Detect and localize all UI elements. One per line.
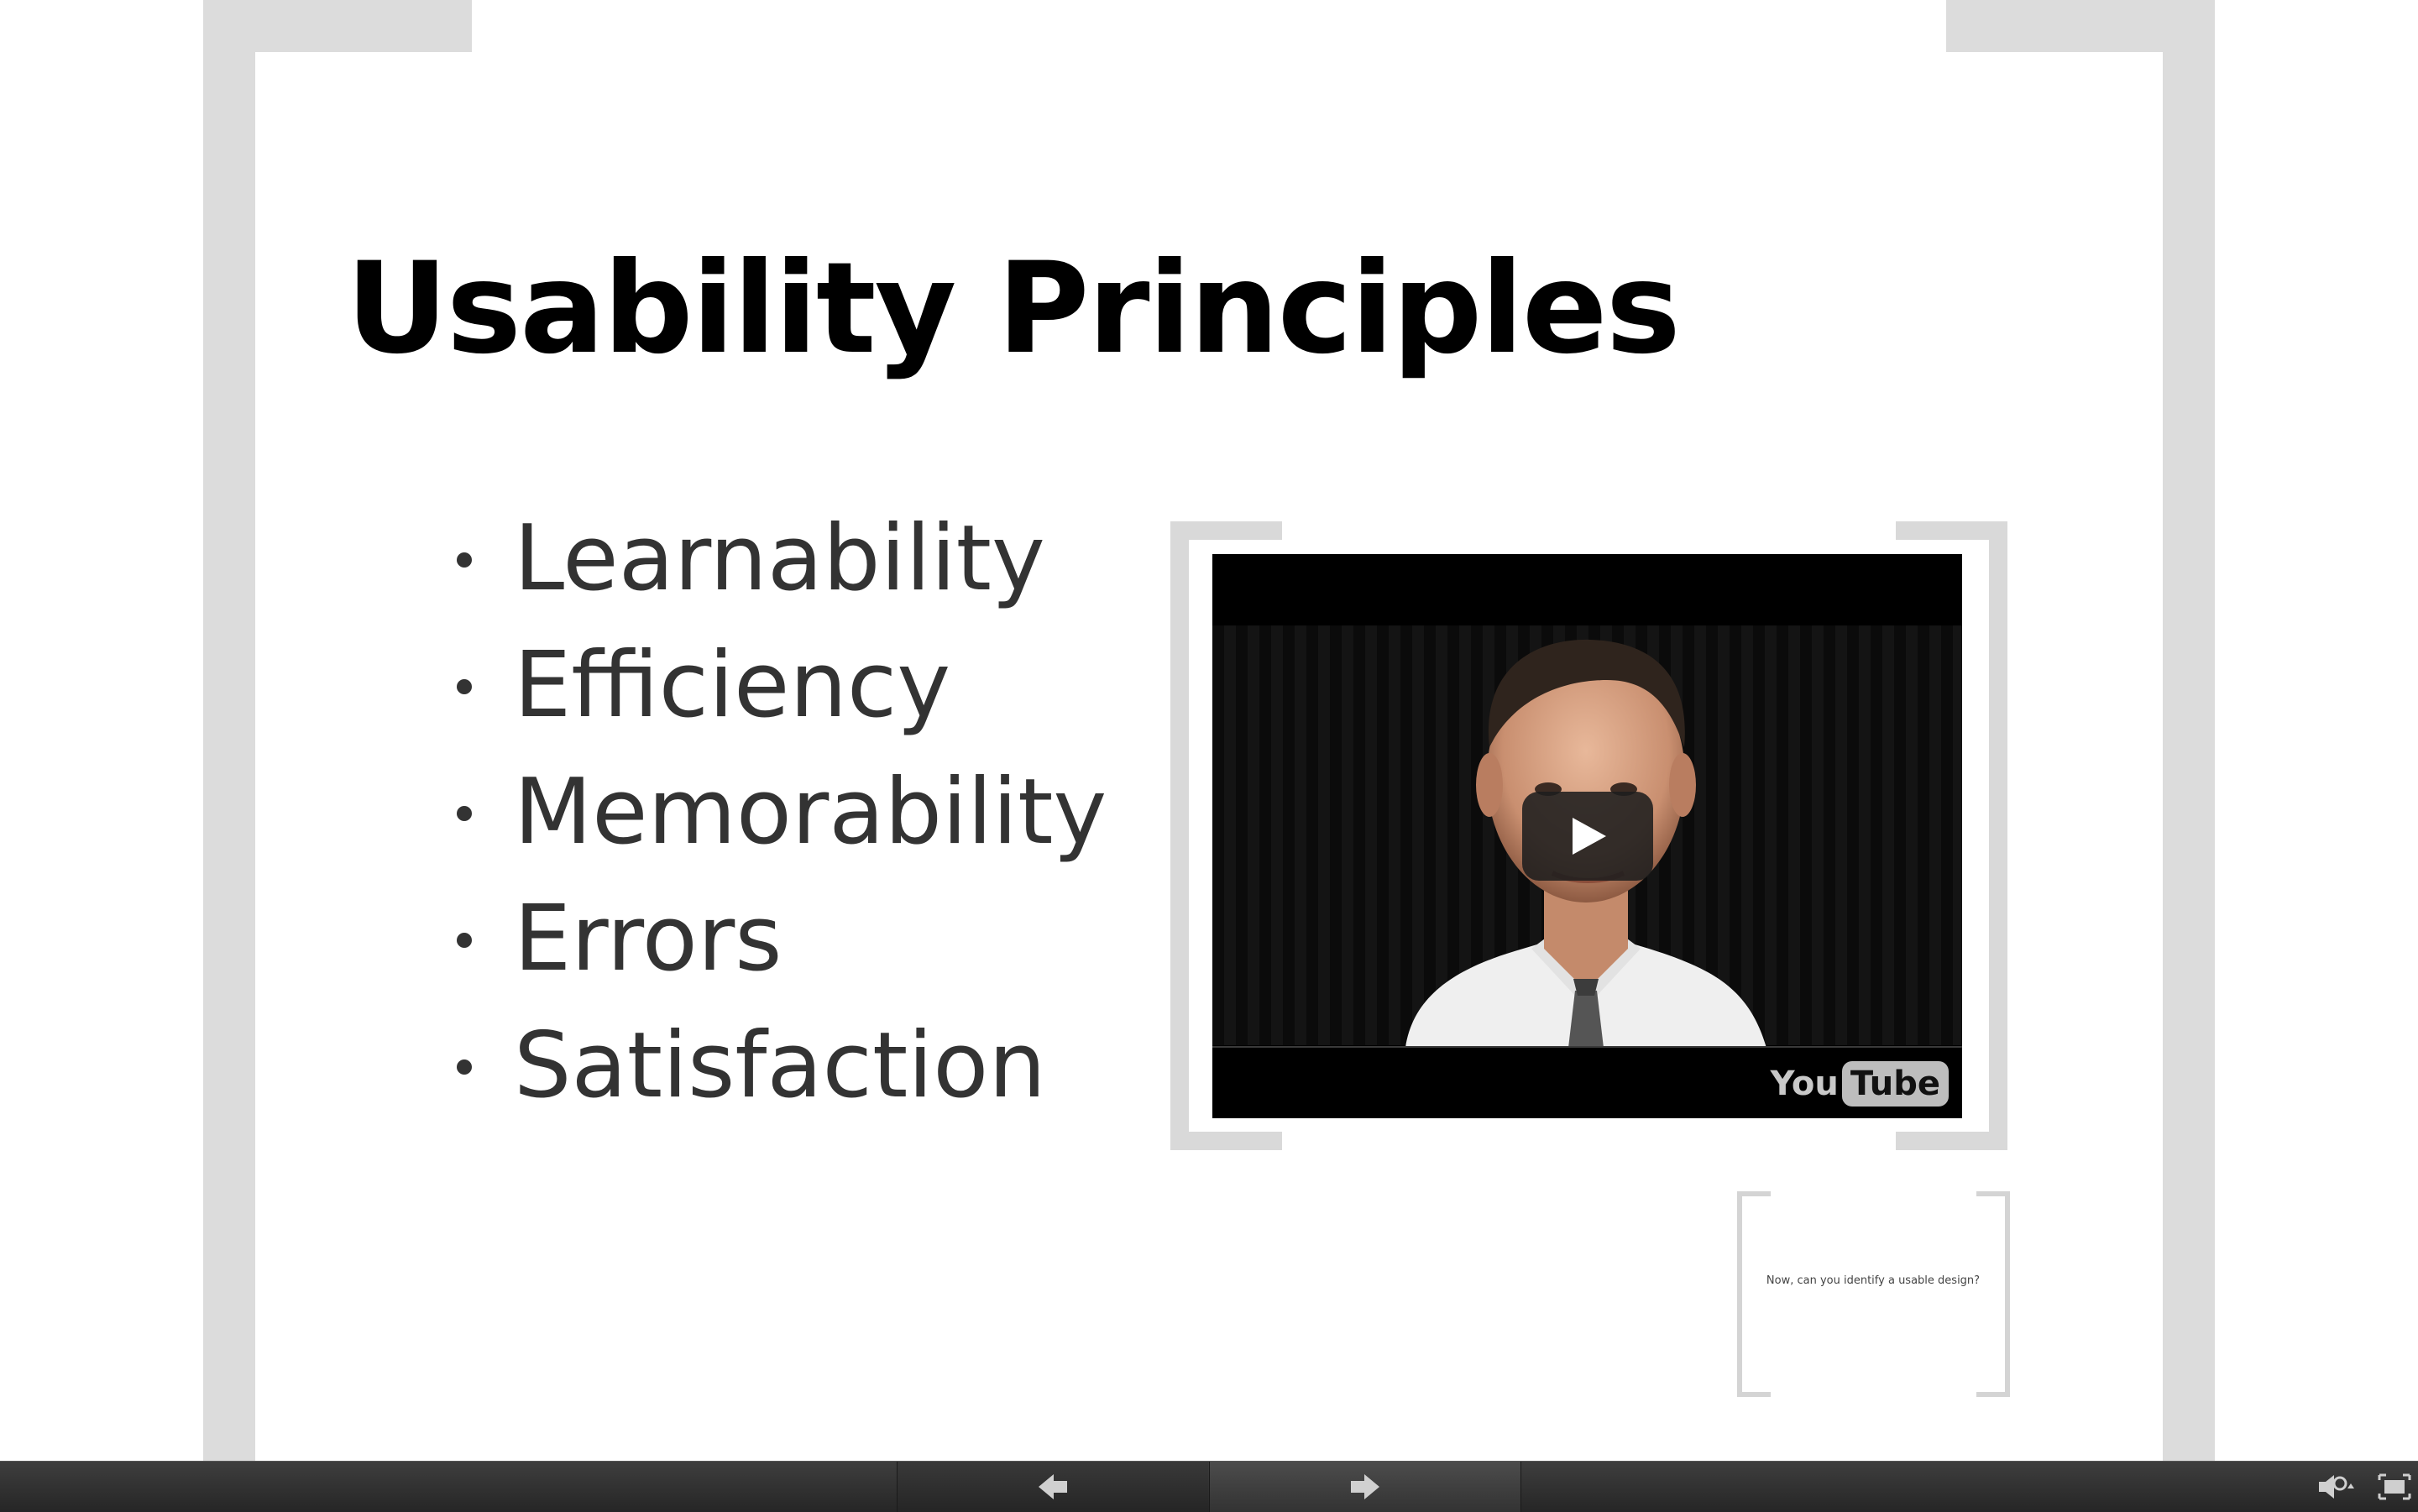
- bullet-dot-icon: [457, 806, 472, 821]
- bullet-item: Satisfaction: [437, 1002, 1107, 1129]
- next-slide-button[interactable]: [1209, 1462, 1521, 1512]
- slide-canvas: Usability Principles Learnability Effici…: [0, 0, 2418, 1461]
- thumbnail-caption: Now, can you identify a usable design?: [1766, 1274, 1981, 1287]
- youtube-logo[interactable]: You Tube: [1771, 1061, 1949, 1107]
- bullet-item: Errors: [437, 876, 1107, 1002]
- fullscreen-icon[interactable]: [2378, 1472, 2411, 1502]
- presentation-toolbar: [0, 1461, 2418, 1512]
- audio-settings-icon[interactable]: [2317, 1472, 2356, 1502]
- youtube-video-player[interactable]: You Tube: [1212, 554, 1962, 1118]
- play-button[interactable]: [1522, 792, 1653, 881]
- previous-arrow-icon: [898, 1462, 1208, 1512]
- video-control-bar: You Tube: [1212, 1046, 1962, 1118]
- bullet-item: Efficiency: [437, 622, 1107, 749]
- play-icon: [1573, 818, 1606, 855]
- next-arrow-icon: [1210, 1462, 1520, 1512]
- bullet-dot-icon: [457, 1059, 472, 1075]
- bullet-dot-icon: [457, 552, 472, 568]
- slide-title: Usability Principles: [346, 236, 1681, 382]
- bullet-list: Learnability Efficiency Memorability Err…: [437, 495, 1107, 1129]
- bullet-item: Learnability: [437, 495, 1107, 622]
- bullet-dot-icon: [457, 679, 472, 694]
- previous-slide-button[interactable]: [897, 1462, 1208, 1512]
- bullet-item: Memorability: [437, 749, 1107, 876]
- bullet-dot-icon: [457, 933, 472, 948]
